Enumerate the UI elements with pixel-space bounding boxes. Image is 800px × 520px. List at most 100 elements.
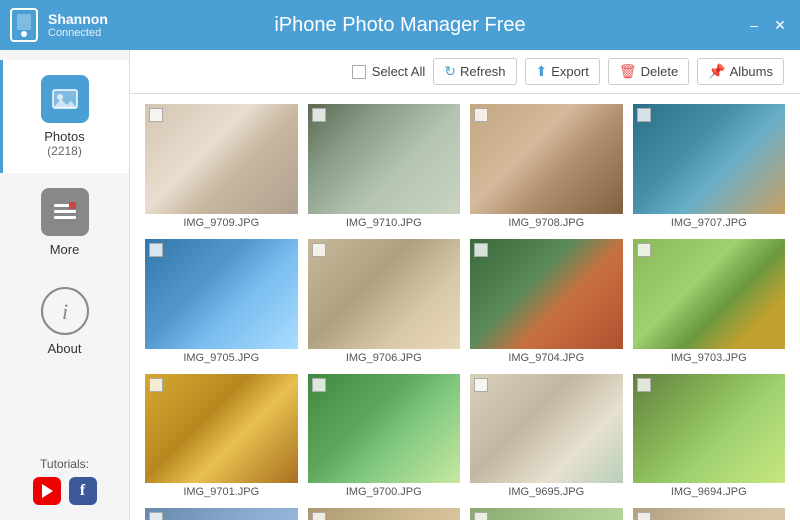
photo-image — [145, 239, 298, 349]
photo-filename: IMG_9705.JPG — [145, 352, 298, 364]
photo-image — [308, 508, 461, 520]
photo-image — [470, 374, 623, 484]
photo-checkbox[interactable] — [149, 108, 163, 122]
device-name: Shannon — [48, 11, 108, 27]
main-layout: Photos (2218) More i About — [0, 50, 800, 520]
about-label: About — [48, 341, 82, 356]
minimize-button[interactable]: – — [744, 15, 764, 35]
albums-icon: 📌 — [708, 63, 725, 80]
photo-image — [470, 104, 623, 214]
more-icon-box — [41, 188, 89, 236]
photo-thumbnail — [308, 104, 461, 214]
photo-item[interactable]: IMG_9708.JPG — [470, 104, 623, 229]
photo-thumbnail — [145, 508, 298, 520]
photo-checkbox[interactable] — [312, 243, 326, 257]
content-area: Select All ↻ Refresh ⬆ Export 🗑 Delete 📌… — [130, 50, 800, 520]
photo-filename: IMG_9694.JPG — [633, 486, 786, 498]
photo-image — [470, 508, 623, 520]
window-controls: – ✕ — [744, 15, 790, 35]
app-title: iPhone Photo Manager Free — [274, 14, 525, 37]
photos-label: Photos — [44, 129, 84, 144]
facebook-icon[interactable]: f — [69, 477, 97, 505]
photo-image — [145, 508, 298, 520]
photo-image — [633, 508, 786, 520]
delete-icon: 🗑 — [619, 63, 637, 80]
about-icon-circle: i — [41, 287, 89, 335]
photo-item[interactable]: IMG_9703.JPG — [633, 239, 786, 364]
photo-image — [633, 374, 786, 484]
albums-label: Albums — [730, 64, 773, 79]
close-button[interactable]: ✕ — [770, 15, 790, 35]
tutorials-icons: f — [15, 477, 114, 505]
photo-filename: IMG_9709.JPG — [145, 217, 298, 229]
export-button[interactable]: ⬆ Export — [525, 58, 600, 85]
photo-item[interactable]: IMG_9700.JPG — [308, 374, 461, 499]
sidebar: Photos (2218) More i About — [0, 50, 130, 520]
photo-checkbox[interactable] — [312, 108, 326, 122]
photo-thumbnail — [633, 104, 786, 214]
photo-checkbox[interactable] — [637, 243, 651, 257]
refresh-label: Refresh — [460, 64, 506, 79]
photo-filename: IMG_9695.JPG — [470, 486, 623, 498]
photo-checkbox[interactable] — [312, 512, 326, 520]
photo-item[interactable]: IMG_9694.JPG — [633, 374, 786, 499]
photo-item[interactable]: IMG_9692.JPG — [308, 508, 461, 520]
photo-item[interactable]: IMG_9709.JPG — [145, 104, 298, 229]
title-bar: Shannon Connected iPhone Photo Manager F… — [0, 0, 800, 50]
select-all-checkbox[interactable] — [352, 65, 366, 79]
photo-checkbox[interactable] — [312, 378, 326, 392]
sidebar-item-more[interactable]: More — [0, 173, 129, 272]
photo-thumbnail — [470, 374, 623, 484]
photo-thumbnail — [470, 508, 623, 520]
photo-thumbnail — [145, 374, 298, 484]
photo-item[interactable]: IMG_9706.JPG — [308, 239, 461, 364]
photo-image — [145, 374, 298, 484]
about-icon: i — [51, 297, 79, 325]
refresh-icon: ↻ — [444, 63, 456, 80]
photo-checkbox[interactable] — [637, 108, 651, 122]
albums-button[interactable]: 📌 Albums — [697, 58, 784, 85]
photo-checkbox[interactable] — [637, 512, 651, 520]
photo-thumbnail — [633, 508, 786, 520]
photo-item[interactable]: IMG_9707.JPG — [633, 104, 786, 229]
photo-item[interactable]: IMG_9704.JPG — [470, 239, 623, 364]
photo-grid: IMG_9709.JPG IMG_9710.JPG IMG_9708.JPG IMG_… — [130, 94, 800, 520]
photo-item[interactable]: IMG_9701.JPG — [145, 374, 298, 499]
device-icon — [10, 8, 38, 42]
device-info: Shannon Connected — [10, 8, 108, 42]
photo-checkbox[interactable] — [149, 378, 163, 392]
photo-checkbox[interactable] — [474, 243, 488, 257]
photo-checkbox[interactable] — [149, 243, 163, 257]
photo-thumbnail — [145, 104, 298, 214]
refresh-button[interactable]: ↻ Refresh — [433, 58, 516, 85]
tutorials-section: Tutorials: f — [0, 442, 129, 520]
photo-item[interactable]: IMG_9690.JPG — [633, 508, 786, 520]
youtube-icon[interactable] — [33, 477, 61, 505]
photo-checkbox[interactable] — [474, 378, 488, 392]
photos-icon-box — [41, 75, 89, 123]
photo-checkbox[interactable] — [637, 378, 651, 392]
export-icon: ⬆ — [536, 63, 548, 80]
photo-checkbox[interactable] — [474, 512, 488, 520]
more-icon — [51, 198, 79, 226]
select-all-label: Select All — [372, 64, 425, 79]
photo-checkbox[interactable] — [149, 512, 163, 520]
photo-item[interactable]: IMG_9691.JPG — [470, 508, 623, 520]
photo-thumbnail — [470, 104, 623, 214]
photo-item[interactable]: IMG_9710.JPG — [308, 104, 461, 229]
photo-checkbox[interactable] — [474, 108, 488, 122]
tutorials-label: Tutorials: — [15, 457, 114, 471]
photo-thumbnail — [308, 374, 461, 484]
photo-filename: IMG_9708.JPG — [470, 217, 623, 229]
more-label: More — [50, 242, 80, 257]
delete-button[interactable]: 🗑 Delete — [608, 58, 689, 85]
photo-filename: IMG_9703.JPG — [633, 352, 786, 364]
delete-label: Delete — [641, 64, 679, 79]
photo-item[interactable]: IMG_9705.JPG — [145, 239, 298, 364]
photos-icon — [51, 85, 79, 113]
photo-item[interactable]: IMG_9693.JPG — [145, 508, 298, 520]
sidebar-item-about[interactable]: i About — [0, 272, 129, 371]
photo-item[interactable]: IMG_9695.JPG — [470, 374, 623, 499]
photo-image — [633, 239, 786, 349]
sidebar-item-photos[interactable]: Photos (2218) — [0, 60, 129, 173]
